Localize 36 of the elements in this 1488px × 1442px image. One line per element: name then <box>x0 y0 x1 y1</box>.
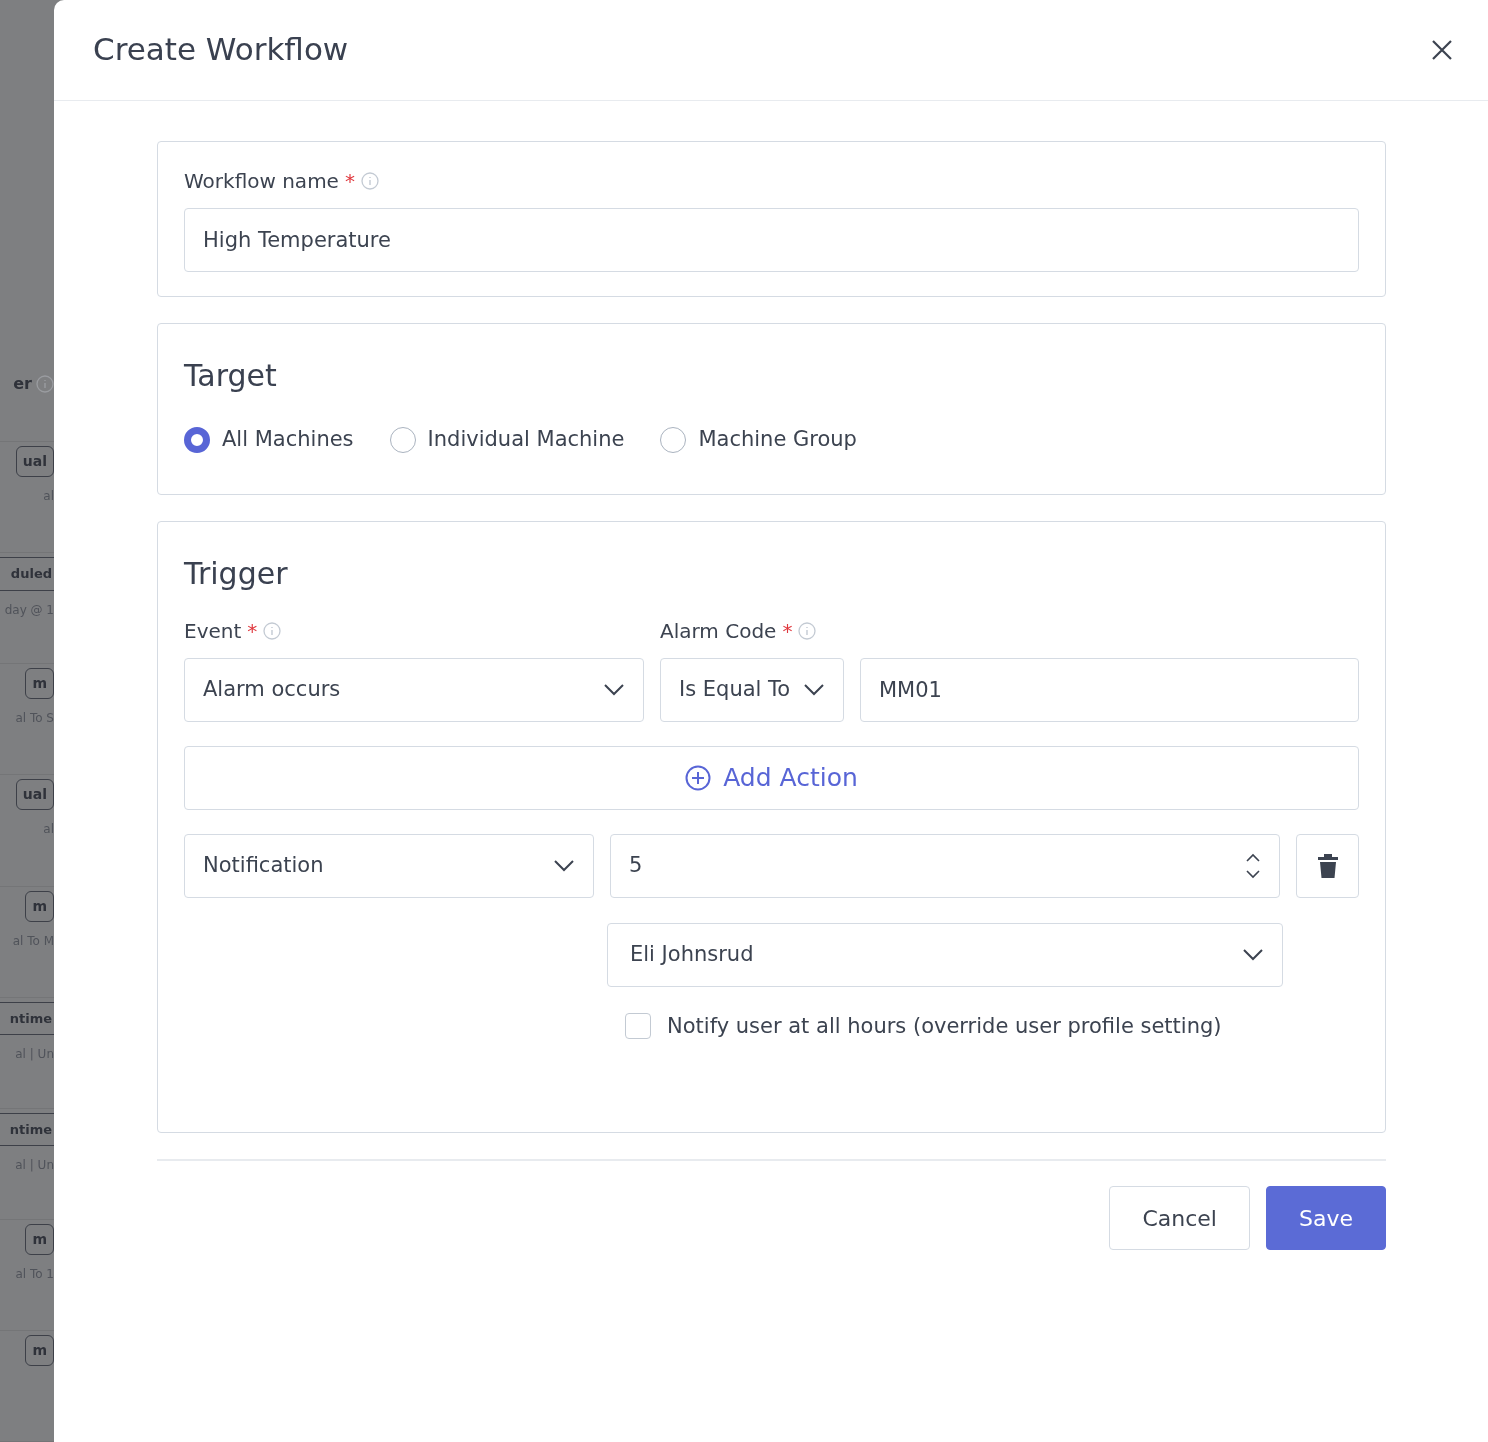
info-icon <box>360 172 379 190</box>
action-type-select[interactable]: Notification <box>184 833 594 898</box>
dialog-title: Create Workflow <box>93 31 349 69</box>
cancel-button[interactable]: Cancel <box>1109 1186 1250 1250</box>
column-label: er <box>13 373 32 395</box>
trash-icon <box>1316 852 1339 879</box>
workflow-name-input[interactable]: High Temperature <box>184 208 1359 272</box>
chevron-down-icon <box>603 682 625 697</box>
section-title: Target <box>184 358 278 394</box>
chevron-down-icon <box>1242 947 1264 962</box>
field-label: Event <box>184 617 242 645</box>
required-mark: * <box>247 617 258 645</box>
info-icon <box>798 621 817 640</box>
info-icon <box>36 375 54 393</box>
number-input[interactable]: 5 <box>610 833 1280 898</box>
radio-option[interactable]: Individual Machine <box>389 424 625 456</box>
plus-circle-icon <box>685 764 712 791</box>
chevron-down-icon <box>803 682 825 697</box>
operator-select[interactable]: Is Equal To <box>660 657 844 722</box>
recipient-select[interactable]: Eli Johnsrud <box>607 922 1283 987</box>
add-action-button[interactable]: Add Action <box>184 745 1359 810</box>
event-select[interactable]: Alarm occurs <box>184 657 644 722</box>
section-title: Trigger <box>184 555 289 592</box>
field-label: Workflow name <box>184 168 339 195</box>
stepper-icon <box>1245 851 1261 880</box>
radio-option[interactable]: Machine Group <box>660 424 857 456</box>
alarm-code-input[interactable]: MM01 <box>860 657 1359 722</box>
required-mark: * <box>344 168 355 195</box>
field-label: Alarm Code <box>660 617 777 645</box>
chevron-down-icon <box>553 858 575 873</box>
info-icon <box>263 621 282 640</box>
required-mark: * <box>782 617 793 645</box>
radio-option[interactable]: All Machines <box>184 424 354 456</box>
save-button[interactable]: Save <box>1266 1186 1386 1250</box>
delete-button[interactable] <box>1296 833 1359 898</box>
notify-checkbox[interactable]: Notify user at all hours (override user profile setting) <box>184 1010 1359 1042</box>
